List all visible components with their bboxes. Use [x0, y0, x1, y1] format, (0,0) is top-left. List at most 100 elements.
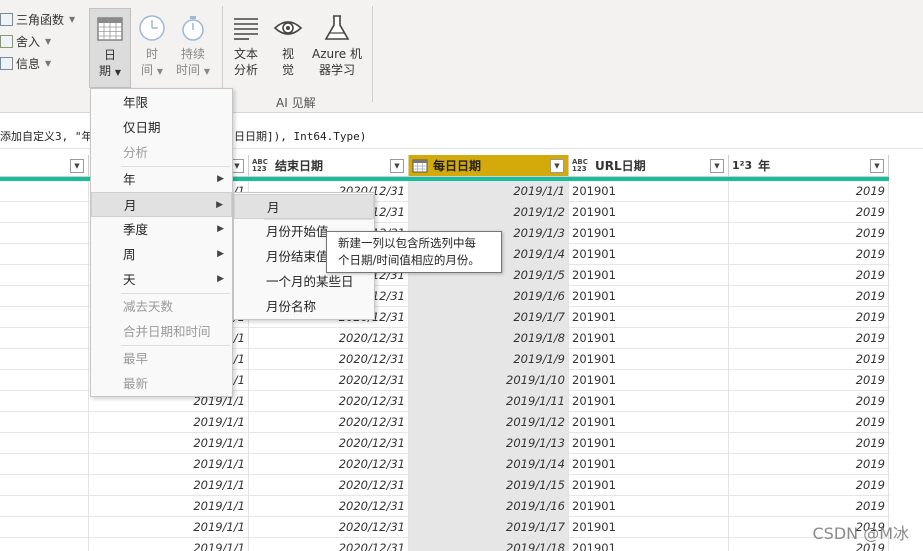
table-cell[interactable]: 201901 — [569, 370, 729, 391]
table-cell[interactable]: 201901 — [569, 286, 729, 307]
table-cell[interactable]: 2019 — [729, 412, 889, 433]
table-cell[interactable] — [0, 538, 89, 551]
table-cell[interactable] — [0, 202, 89, 223]
table-cell[interactable]: 2019/1/1 — [89, 517, 249, 538]
table-cell[interactable] — [0, 475, 89, 496]
table-cell[interactable]: 2020/12/31 — [249, 496, 409, 517]
table-cell[interactable] — [0, 412, 89, 433]
menu-item[interactable]: 月 — [234, 194, 374, 219]
table-cell[interactable]: 2020/12/31 — [249, 391, 409, 412]
table-cell[interactable] — [0, 223, 89, 244]
table-cell[interactable]: 2019/1/1 — [409, 181, 569, 202]
table-cell[interactable]: 2019/1/15 — [409, 475, 569, 496]
table-cell[interactable]: 2019/1/14 — [409, 454, 569, 475]
table-cell[interactable]: 2019/1/7 — [409, 307, 569, 328]
table-cell[interactable]: 2019/1/1 — [89, 538, 249, 551]
table-cell[interactable]: 2019 — [729, 223, 889, 244]
info-button[interactable]: 信息 ▼ — [0, 53, 51, 73]
table-cell[interactable]: 2019 — [729, 286, 889, 307]
table-cell[interactable]: 2019 — [729, 454, 889, 475]
table-cell[interactable]: 2020/12/31 — [249, 517, 409, 538]
table-cell[interactable]: 2019/1/17 — [409, 517, 569, 538]
table-cell[interactable]: 201901 — [569, 454, 729, 475]
table-cell[interactable]: 201901 — [569, 538, 729, 551]
column-header-url-date[interactable]: ABC 123 URL日期 ▼ — [569, 155, 729, 177]
vision-button[interactable]: 视 觉 — [270, 8, 306, 88]
menu-item[interactable]: 年限 — [91, 90, 232, 115]
table-cell[interactable]: 2019/1/10 — [409, 370, 569, 391]
table-cell[interactable]: 2019 — [729, 328, 889, 349]
table-cell[interactable]: 2019 — [729, 307, 889, 328]
table-cell[interactable]: 201901 — [569, 475, 729, 496]
table-cell[interactable]: 2019/1/1 — [89, 454, 249, 475]
table-cell[interactable]: 2020/12/31 — [249, 328, 409, 349]
table-cell[interactable]: 2019/1/1 — [89, 496, 249, 517]
table-cell[interactable] — [0, 307, 89, 328]
table-cell[interactable]: 201901 — [569, 433, 729, 454]
table-cell[interactable]: 201901 — [569, 391, 729, 412]
table-cell[interactable] — [0, 181, 89, 202]
table-cell[interactable]: 201901 — [569, 328, 729, 349]
date-button[interactable]: 日 期 ▼ — [89, 8, 131, 88]
filter-dropdown-icon[interactable]: ▼ — [870, 159, 884, 173]
table-cell[interactable]: 2019 — [729, 496, 889, 517]
menu-item[interactable]: 月份名称 — [234, 294, 374, 319]
table-cell[interactable] — [0, 265, 89, 286]
menu-item[interactable]: 年 ▶ — [91, 167, 232, 192]
table-cell[interactable]: 2019/1/18 — [409, 538, 569, 551]
table-cell[interactable]: 2019 — [729, 349, 889, 370]
table-cell[interactable]: 2019 — [729, 391, 889, 412]
text-analytics-button[interactable]: 文本 分析 — [228, 8, 264, 88]
table-cell[interactable]: 201901 — [569, 412, 729, 433]
table-cell[interactable]: 2020/12/31 — [249, 349, 409, 370]
table-cell[interactable]: 2019 — [729, 475, 889, 496]
table-cell[interactable]: 2019/1/9 — [409, 349, 569, 370]
azure-ml-button[interactable]: Azure 机 器学习 — [310, 8, 364, 88]
table-cell[interactable]: 201901 — [569, 181, 729, 202]
table-cell[interactable] — [0, 328, 89, 349]
table-cell[interactable]: 2020/12/31 — [249, 538, 409, 551]
table-cell[interactable] — [0, 391, 89, 412]
table-cell[interactable]: 2019 — [729, 265, 889, 286]
table-cell[interactable]: 2019 — [729, 181, 889, 202]
table-cell[interactable] — [0, 286, 89, 307]
table-cell[interactable] — [0, 349, 89, 370]
filter-dropdown-icon[interactable]: ▼ — [550, 159, 564, 173]
table-cell[interactable]: 2019/1/12 — [409, 412, 569, 433]
table-cell[interactable]: 201901 — [569, 202, 729, 223]
table-cell[interactable]: 2019/1/2 — [409, 202, 569, 223]
column-header-year[interactable]: 1²3 年 ▼ — [729, 155, 889, 177]
time-button[interactable]: 时 间 ▼ — [135, 8, 169, 88]
table-cell[interactable]: 201901 — [569, 496, 729, 517]
table-cell[interactable] — [0, 244, 89, 265]
round-button[interactable]: 舍入 ▼ — [0, 31, 51, 51]
table-cell[interactable]: 201901 — [569, 517, 729, 538]
column-header[interactable]: ▼ — [0, 155, 89, 177]
menu-item[interactable]: 仅日期 — [91, 115, 232, 140]
table-cell[interactable]: 2019 — [729, 202, 889, 223]
table-cell[interactable]: 201901 — [569, 223, 729, 244]
table-cell[interactable]: 201901 — [569, 307, 729, 328]
duration-button[interactable]: 持续 时间 ▼ — [174, 8, 212, 88]
table-cell[interactable]: 2019/1/1 — [89, 433, 249, 454]
table-cell[interactable] — [0, 496, 89, 517]
table-cell[interactable]: 2019/1/8 — [409, 328, 569, 349]
filter-dropdown-icon[interactable]: ▼ — [390, 159, 404, 173]
column-header-daily-date[interactable]: 每日日期 ▼ — [409, 155, 569, 177]
table-cell[interactable]: 2019/1/1 — [89, 475, 249, 496]
table-cell[interactable] — [0, 454, 89, 475]
table-cell[interactable]: 201901 — [569, 265, 729, 286]
column-header-end-date[interactable]: ABC 123 结束日期 ▼ — [249, 155, 409, 177]
table-cell[interactable]: 2020/12/31 — [249, 433, 409, 454]
table-cell[interactable]: 2020/12/31 — [249, 370, 409, 391]
table-cell[interactable]: 2019 — [729, 244, 889, 265]
table-cell[interactable]: 2019 — [729, 433, 889, 454]
trig-button[interactable]: 三角函数 ▼ — [0, 9, 75, 29]
table-cell[interactable] — [0, 433, 89, 454]
menu-item[interactable]: 月 ▶ — [91, 192, 232, 217]
menu-item[interactable]: 周 ▶ — [91, 242, 232, 267]
table-cell[interactable]: 2019/1/11 — [409, 391, 569, 412]
table-cell[interactable]: 201901 — [569, 349, 729, 370]
menu-item[interactable]: 季度 ▶ — [91, 217, 232, 242]
table-cell[interactable]: 2019/1/6 — [409, 286, 569, 307]
